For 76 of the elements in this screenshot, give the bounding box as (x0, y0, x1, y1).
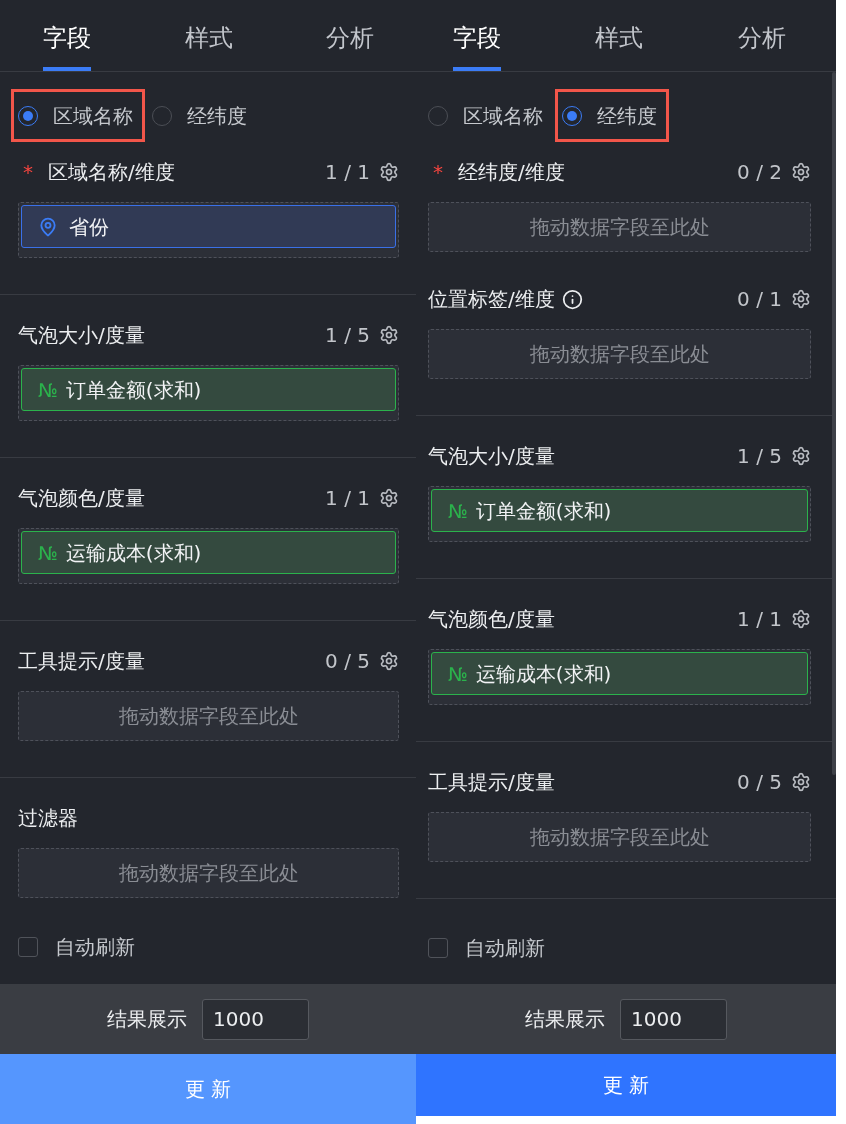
info-icon[interactable] (561, 288, 583, 310)
field-count: 0 / 5 (325, 649, 370, 673)
settings-icon[interactable] (379, 325, 399, 345)
radio-label[interactable]: 区域名称 (463, 103, 543, 128)
number-sign: № (448, 498, 468, 523)
well-title: 区域名称/维度 (48, 160, 175, 184)
settings-icon[interactable] (791, 446, 811, 466)
field-count: 0 / 1 (737, 287, 782, 311)
number-sign: № (38, 377, 58, 402)
settings-icon[interactable] (791, 772, 811, 792)
result-limit-label: 结果展示 (525, 1007, 605, 1031)
well-title: 气泡颜色/度量 (18, 486, 145, 510)
checkbox-label[interactable]: 自动刷新 (55, 935, 135, 959)
well-title: 工具提示/度量 (18, 649, 145, 673)
field-count: 0 / 2 (737, 160, 782, 184)
well-title: 过滤器 (18, 806, 78, 830)
field-count: 1 / 1 (325, 160, 370, 184)
tab[interactable]: 字段 (428, 0, 527, 71)
required-mark: * (433, 162, 443, 182)
drop-zone[interactable]: № 运输成本(求和) (18, 528, 399, 584)
field-count: 1 / 1 (737, 607, 782, 631)
field-chip-label: 省份 (69, 214, 109, 239)
location-pin-icon (38, 216, 58, 237)
measure-field-chip[interactable]: № 运输成本(求和) (431, 652, 808, 695)
settings-icon[interactable] (791, 289, 811, 309)
tab[interactable]: 分析 (712, 0, 811, 71)
checkbox[interactable] (18, 937, 38, 957)
drop-zone[interactable]: 拖动数据字段至此处 (18, 848, 399, 898)
drop-zone[interactable]: № 运输成本(求和) (428, 649, 811, 705)
drop-zone[interactable]: 拖动数据字段至此处 (428, 202, 811, 252)
tab[interactable]: 样式 (570, 0, 669, 71)
settings-icon[interactable] (379, 162, 399, 182)
field-chip-label: 运输成本(求和) (475, 661, 612, 686)
result-limit-field[interactable]: 1000 (620, 998, 727, 1040)
result-limit-field[interactable]: 1000 (202, 998, 309, 1040)
measure-field-chip[interactable]: № 订单金额(求和) (431, 489, 808, 532)
well-title: 气泡颜色/度量 (428, 607, 555, 631)
drop-zone[interactable]: 省份 (18, 202, 399, 258)
tab[interactable]: 字段 (18, 0, 116, 71)
field-chip-label: 订单金额(求和) (65, 377, 202, 402)
drop-zone[interactable]: 拖动数据字段至此处 (18, 691, 399, 741)
update-button[interactable]: 更 新 (416, 1054, 836, 1116)
field-count: 1 / 5 (737, 444, 782, 468)
dimension-field-chip[interactable]: 省份 (21, 205, 396, 248)
field-count: 1 / 5 (325, 323, 370, 347)
well-title: 经纬度/维度 (458, 160, 565, 184)
field-chip-label: 订单金额(求和) (475, 498, 612, 523)
result-limit-label: 结果展示 (107, 1007, 187, 1031)
field-count: 1 / 1 (325, 486, 370, 510)
drop-zone[interactable]: 拖动数据字段至此处 (428, 329, 811, 379)
tab[interactable]: 分析 (301, 0, 399, 71)
drop-zone[interactable]: № 订单金额(求和) (18, 365, 399, 421)
field-count: 0 / 5 (737, 770, 782, 794)
required-mark: * (23, 162, 33, 182)
tab[interactable]: 样式 (159, 0, 258, 71)
measure-field-chip[interactable]: № 订单金额(求和) (21, 368, 396, 411)
scrollbar[interactable] (832, 72, 836, 775)
number-sign: № (448, 661, 468, 686)
checkbox[interactable] (428, 938, 448, 958)
drop-zone[interactable]: 拖动数据字段至此处 (428, 812, 811, 862)
settings-icon[interactable] (379, 651, 399, 671)
radio-label[interactable]: 经纬度 (597, 103, 657, 128)
number-sign: № (38, 540, 58, 565)
radio-label[interactable]: 区域名称 (53, 103, 133, 128)
settings-icon[interactable] (791, 162, 811, 182)
drop-zone[interactable]: № 订单金额(求和) (428, 486, 811, 542)
settings-icon[interactable] (379, 488, 399, 508)
radio-label[interactable]: 经纬度 (187, 103, 247, 128)
well-title: 工具提示/度量 (428, 770, 555, 794)
well-title: 气泡大小/度量 (428, 444, 555, 468)
well-title: 位置标签/维度 (428, 287, 555, 311)
settings-icon[interactable] (791, 609, 811, 629)
field-chip-label: 运输成本(求和) (65, 540, 202, 565)
checkbox-label[interactable]: 自动刷新 (465, 936, 545, 960)
well-title: 气泡大小/度量 (18, 323, 145, 347)
measure-field-chip[interactable]: № 运输成本(求和) (21, 531, 396, 574)
